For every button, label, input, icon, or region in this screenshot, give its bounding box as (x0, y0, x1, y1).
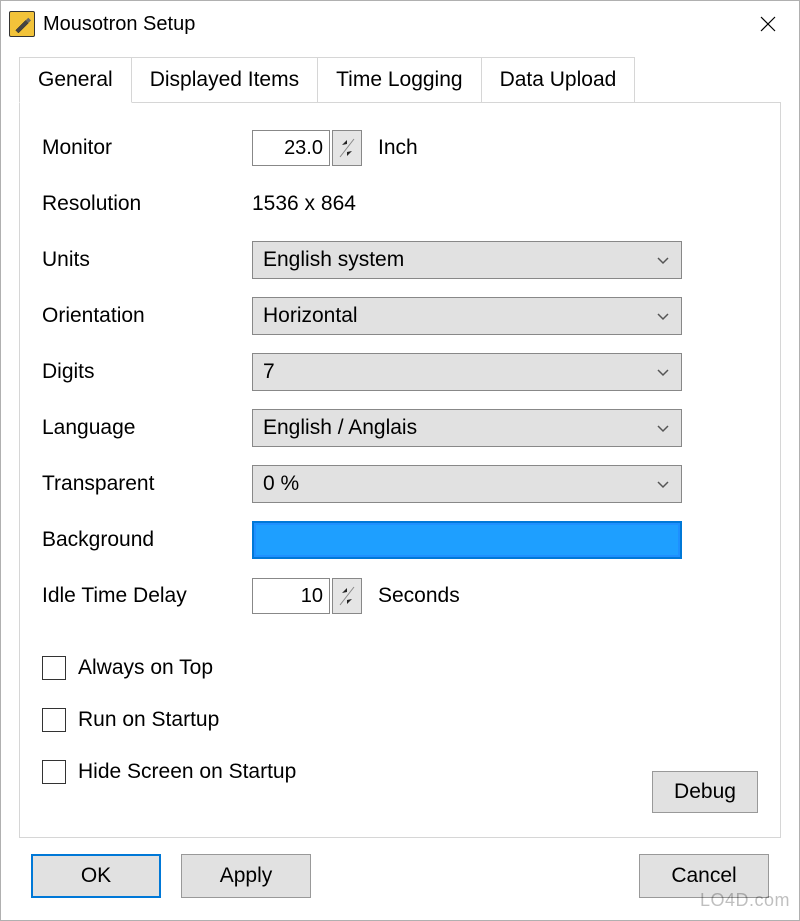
background-label: Background (42, 528, 252, 552)
resolution-label: Resolution (42, 192, 252, 216)
dialog-button-row: OK Apply Cancel (19, 838, 781, 910)
language-select[interactable]: English / Anglais (252, 409, 682, 447)
orientation-value: Horizontal (263, 304, 655, 328)
orientation-select[interactable]: Horizontal (252, 297, 682, 335)
hide-on-startup-checkbox[interactable] (42, 760, 66, 784)
monitor-unit: Inch (378, 136, 418, 160)
digits-row: Digits 7 (42, 351, 758, 393)
tab-general[interactable]: General (19, 57, 132, 103)
chevron-down-icon (655, 420, 671, 436)
window-title: Mousotron Setup (43, 13, 745, 36)
tab-time-logging[interactable]: Time Logging (317, 57, 481, 102)
background-row: Background (42, 519, 758, 561)
monitor-label: Monitor (42, 136, 252, 160)
idle-unit: Seconds (378, 584, 460, 608)
chevron-down-icon (655, 476, 671, 492)
language-label: Language (42, 416, 252, 440)
monitor-spinner-buttons[interactable] (332, 130, 362, 166)
language-value: English / Anglais (263, 416, 655, 440)
run-on-startup-label[interactable]: Run on Startup (78, 708, 219, 732)
run-on-startup-checkbox[interactable] (42, 708, 66, 732)
idle-spinner: Seconds (252, 578, 460, 614)
app-icon (9, 11, 35, 37)
resolution-row: Resolution 1536 x 864 (42, 183, 758, 225)
transparent-row: Transparent 0 % (42, 463, 758, 505)
setup-dialog: Mousotron Setup General Displayed Items … (0, 0, 800, 921)
run-on-startup-row: Run on Startup (42, 701, 758, 739)
ok-button[interactable]: OK (31, 854, 161, 898)
checkbox-section: Always on Top Run on Startup Hide Screen… (42, 649, 758, 805)
spinner-arrows-icon (337, 584, 357, 608)
digits-select[interactable]: 7 (252, 353, 682, 391)
orientation-row: Orientation Horizontal (42, 295, 758, 337)
monitor-spinner: Inch (252, 130, 418, 166)
digits-value: 7 (263, 360, 655, 384)
chevron-down-icon (655, 252, 671, 268)
tab-strip: General Displayed Items Time Logging Dat… (19, 57, 781, 102)
hide-on-startup-label[interactable]: Hide Screen on Startup (78, 760, 296, 784)
idle-input[interactable] (252, 578, 330, 614)
transparent-select[interactable]: 0 % (252, 465, 682, 503)
always-on-top-row: Always on Top (42, 649, 758, 687)
debug-button[interactable]: Debug (652, 771, 758, 813)
language-row: Language English / Anglais (42, 407, 758, 449)
monitor-input[interactable] (252, 130, 330, 166)
background-color-picker[interactable] (252, 521, 682, 559)
background-color-swatch (256, 525, 678, 555)
units-row: Units English system (42, 239, 758, 281)
chevron-down-icon (655, 308, 671, 324)
orientation-label: Orientation (42, 304, 252, 328)
close-button[interactable] (745, 1, 791, 47)
always-on-top-label[interactable]: Always on Top (78, 656, 213, 680)
tab-data-upload[interactable]: Data Upload (481, 57, 636, 102)
idle-label: Idle Time Delay (42, 584, 252, 608)
chevron-down-icon (655, 364, 671, 380)
hide-on-startup-row: Hide Screen on Startup (42, 753, 758, 791)
monitor-row: Monitor Inch (42, 127, 758, 169)
tab-displayed-items[interactable]: Displayed Items (131, 57, 318, 102)
transparent-label: Transparent (42, 472, 252, 496)
idle-row: Idle Time Delay Seconds (42, 575, 758, 617)
units-value: English system (263, 248, 655, 272)
idle-spinner-buttons[interactable] (332, 578, 362, 614)
titlebar: Mousotron Setup (1, 1, 799, 47)
always-on-top-checkbox[interactable] (42, 656, 66, 680)
general-tab-panel: Monitor Inch Resolution 1536 x 864 (19, 102, 781, 838)
digits-label: Digits (42, 360, 252, 384)
apply-button[interactable]: Apply (181, 854, 311, 898)
dialog-content: General Displayed Items Time Logging Dat… (1, 47, 799, 920)
spinner-arrows-icon (337, 136, 357, 160)
units-select[interactable]: English system (252, 241, 682, 279)
units-label: Units (42, 248, 252, 272)
resolution-value: 1536 x 864 (252, 192, 356, 216)
transparent-value: 0 % (263, 472, 655, 496)
cancel-button[interactable]: Cancel (639, 854, 769, 898)
close-icon (760, 16, 776, 32)
